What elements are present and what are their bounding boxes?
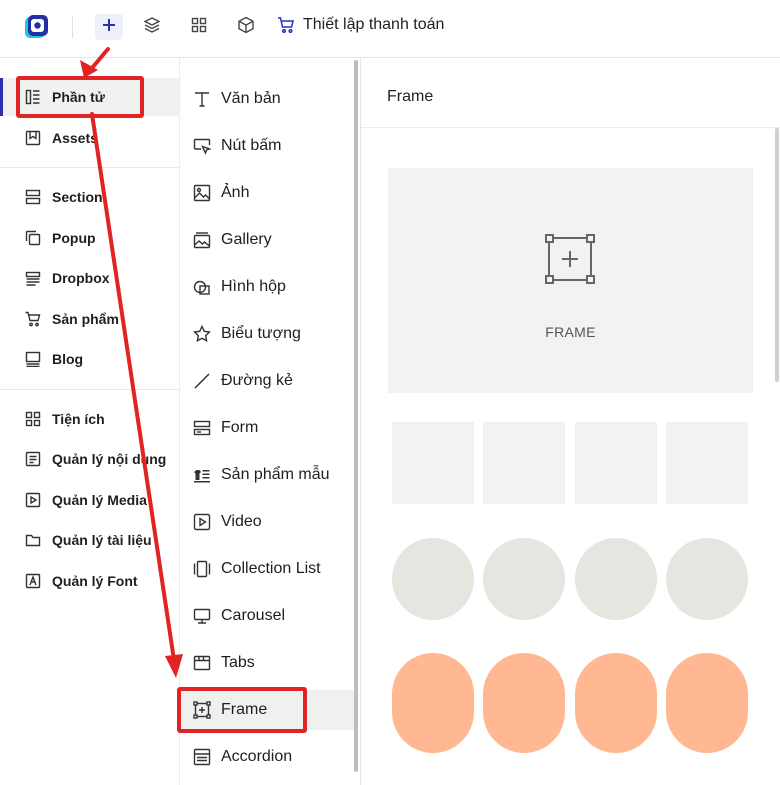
sidebar-divider: [0, 389, 179, 390]
cart-icon: [277, 16, 295, 39]
add-element-button[interactable]: [95, 14, 123, 40]
line-icon: [193, 372, 211, 390]
sample-product-icon: [193, 466, 211, 484]
collection-icon: [193, 560, 211, 578]
element-item-accordion[interactable]: Accordion: [180, 737, 354, 777]
frame-template-square[interactable]: [666, 422, 748, 504]
layers-button[interactable]: [138, 14, 166, 40]
image-icon: [193, 184, 211, 202]
shape-icon: [193, 278, 211, 296]
sidebar-item-dropbox[interactable]: Dropbox: [0, 259, 179, 297]
frame-template-pill[interactable]: [483, 653, 565, 753]
element-item-carousel[interactable]: Carousel: [180, 596, 354, 636]
frame-template-circle[interactable]: [666, 538, 748, 620]
frame-template-circle[interactable]: [392, 538, 474, 620]
frame-template-pill[interactable]: [575, 653, 657, 753]
element-item-image[interactable]: Ảnh: [180, 173, 354, 213]
preview-title: Frame: [387, 88, 434, 105]
text-icon: [193, 90, 211, 108]
product-box-button[interactable]: [232, 14, 260, 40]
element-item-video[interactable]: Video: [180, 502, 354, 542]
video-icon: [193, 513, 211, 531]
gallery-icon: [193, 231, 211, 249]
preview-scrollbar[interactable]: [775, 128, 779, 382]
section-icon: [24, 188, 42, 206]
element-item-collection-list[interactable]: Collection List: [180, 549, 354, 589]
sidebar-item-widgets[interactable]: Tiện ích: [0, 400, 179, 438]
media-icon: [24, 491, 42, 509]
frame-template-square[interactable]: [575, 422, 657, 504]
box-icon: [237, 16, 255, 39]
element-item-text[interactable]: Văn bản: [180, 79, 354, 119]
star-icon: [193, 325, 211, 343]
sidebar-item-products[interactable]: Sản phẩm: [0, 300, 179, 338]
accordion-icon: [193, 748, 211, 766]
element-item-button[interactable]: Nút bấm: [180, 126, 354, 166]
content-icon: [24, 450, 42, 468]
element-list: Văn bản Nút bấm Ảnh Gallery Hình hộp Biể…: [180, 58, 358, 785]
form-icon: [193, 419, 211, 437]
folder-icon: [24, 531, 42, 549]
highlight-box-frame: [177, 687, 307, 733]
preview-header: Frame: [361, 58, 780, 128]
frame-template-square[interactable]: [483, 422, 565, 504]
element-item-tabs[interactable]: Tabs: [180, 643, 354, 683]
left-sidebar: Phần tử Assets Section Popup Dropbox Sản…: [0, 58, 180, 785]
frame-template-square[interactable]: [392, 422, 474, 504]
element-item-gallery[interactable]: Gallery: [180, 220, 354, 260]
carousel-icon: [193, 607, 211, 625]
frame-template-pill[interactable]: [666, 653, 748, 753]
sidebar-item-font-manager[interactable]: Quản lý Font: [0, 562, 179, 600]
sidebar-item-assets[interactable]: Assets: [0, 119, 179, 157]
grid-icon: [191, 17, 207, 38]
logo-icon[interactable]: [22, 13, 50, 41]
element-item-line[interactable]: Đường kẻ: [180, 361, 354, 401]
sidebar-item-media-manager[interactable]: Quản lý Media: [0, 481, 179, 519]
sidebar-item-blog[interactable]: Blog: [0, 340, 179, 378]
sidebar-item-section[interactable]: Section: [0, 178, 179, 216]
element-item-shape[interactable]: Hình hộp: [180, 267, 354, 307]
apps-grid-button[interactable]: [185, 14, 213, 40]
frame-preview-panel: Frame FRAME: [360, 58, 780, 785]
checkout-settings-link[interactable]: Thiết lập thanh toán: [303, 16, 444, 34]
element-item-sample-product[interactable]: Sản phẩm mẫu: [180, 455, 354, 495]
toolbar-divider: [72, 16, 73, 38]
frame-template-circle[interactable]: [575, 538, 657, 620]
popup-icon: [24, 229, 42, 247]
frame-add-icon: [545, 234, 595, 284]
top-toolbar: Thiết lập thanh toán: [0, 0, 780, 58]
checkout-cart-button[interactable]: [272, 14, 300, 40]
sidebar-item-popup[interactable]: Popup: [0, 219, 179, 257]
sidebar-divider: [0, 167, 179, 168]
sidebar-item-document-manager[interactable]: Quản lý tài liệu: [0, 521, 179, 559]
element-item-icon[interactable]: Biểu tượng: [180, 314, 354, 354]
element-item-form[interactable]: Form: [180, 408, 354, 448]
button-icon: [193, 137, 211, 155]
frame-template-label: FRAME: [545, 324, 596, 340]
frame-template-default[interactable]: FRAME: [388, 168, 753, 393]
highlight-box-elements: [16, 76, 144, 118]
dropbox-icon: [24, 269, 42, 287]
element-list-scrollbar[interactable]: [354, 60, 358, 772]
widgets-icon: [24, 410, 42, 428]
blog-icon: [24, 350, 42, 368]
sidebar-item-content-manager[interactable]: Quản lý nội dung: [0, 440, 179, 478]
frame-template-circle[interactable]: [483, 538, 565, 620]
layers-icon: [143, 16, 161, 39]
bookmark-icon: [24, 129, 42, 147]
font-icon: [24, 572, 42, 590]
frame-template-pill[interactable]: [392, 653, 474, 753]
cart-icon: [24, 310, 42, 328]
plus-icon: [101, 17, 117, 38]
tabs-icon: [193, 654, 211, 672]
